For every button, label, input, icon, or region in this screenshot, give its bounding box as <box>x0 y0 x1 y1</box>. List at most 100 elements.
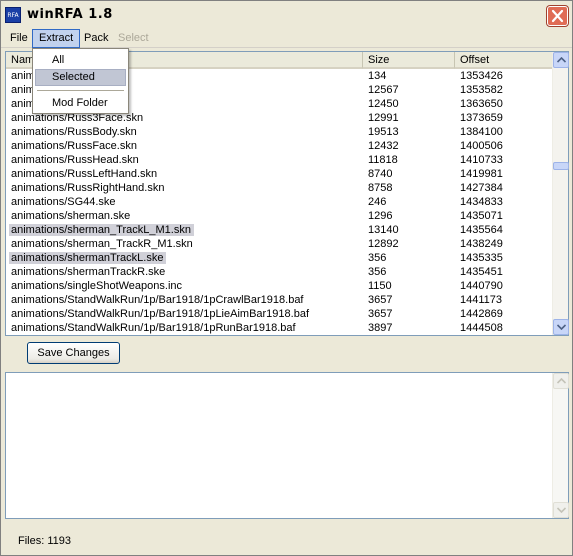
table-row[interactable]: animations/SG44.ske 246 1434833 <box>6 195 554 209</box>
menu-item-mod-folder[interactable]: Mod Folder <box>35 95 126 112</box>
close-icon <box>551 9 564 23</box>
save-changes-button[interactable]: Save Changes <box>27 342 120 364</box>
arrow-down-icon <box>557 324 566 330</box>
menu-pack[interactable]: Pack <box>78 29 114 48</box>
window-title: winRFA 1.8 <box>27 7 113 22</box>
file-size-cell: 3897 <box>368 322 393 334</box>
file-name-cell: animations/sherman_TrackL_M1.skn <box>9 223 194 237</box>
table-row[interactable]: animations/RussRightHand.skn 8758 1427384 <box>6 181 554 195</box>
file-offset-cell: 1435071 <box>460 210 503 222</box>
extract-dropdown-menu: All Selected Mod Folder <box>32 48 129 114</box>
file-size-cell: 3657 <box>368 294 393 306</box>
table-row[interactable]: animations/sherman_TrackL_M1.skn 13140 143… <box>6 223 554 237</box>
file-offset-cell: 1435335 <box>460 252 503 264</box>
file-offset-cell: 1444508 <box>460 322 503 334</box>
status-file-count: Files: 1193 <box>18 535 71 547</box>
file-size-cell: 1150 <box>368 280 392 292</box>
file-name-cell: animations/StandWalkRun/1p/Bar1918/1pLie… <box>11 308 309 320</box>
app-icon: RFA <box>5 7 21 23</box>
file-offset-cell: 1441173 <box>460 294 503 306</box>
file-name-cell: animations/singleShotWeapons.inc <box>11 280 183 292</box>
app-window: RFA winRFA 1.8 File Extract Pack Select … <box>0 0 573 556</box>
file-size-cell: 3657 <box>368 308 393 320</box>
title-bar[interactable]: RFA winRFA 1.8 <box>1 1 572 29</box>
file-size-cell: 11818 <box>368 154 398 166</box>
file-offset-cell: 1442869 <box>460 308 503 320</box>
file-offset-cell: 1353426 <box>460 70 503 82</box>
menu-select[interactable]: Select <box>112 29 155 48</box>
table-row[interactable]: animations/sherman.ske 1296 1435071 <box>6 209 554 223</box>
file-offset-cell: 1419981 <box>460 168 503 180</box>
file-size-cell: 134 <box>368 70 387 82</box>
table-row[interactable]: animations/StandWalkRun/1p/Bar1918/1pLie… <box>6 307 554 321</box>
column-header-offset[interactable]: Offset <box>455 52 554 69</box>
menu-file[interactable]: File <box>4 29 34 48</box>
table-row[interactable]: animations/singleShotWeapons.inc 1150 1440… <box>6 279 554 293</box>
table-row[interactable]: animations/RussFace.skn 12432 1400506 <box>6 139 554 153</box>
selection-highlight: animations/sherman_TrackL_M1.skn <box>9 224 194 236</box>
column-header-size[interactable]: Size <box>363 52 455 69</box>
file-offset-cell: 1440790 <box>460 280 503 292</box>
file-name-cell: animations/RussLeftHand.skn <box>11 168 158 180</box>
table-row[interactable]: animations/RussBody.skn 19513 1384100 <box>6 125 554 139</box>
file-offset-cell: 1434833 <box>460 196 503 208</box>
file-size-cell: 12432 <box>368 140 399 152</box>
log-scrollbar[interactable] <box>552 373 569 518</box>
file-name-cell: animations/RussHead.skn <box>11 154 139 166</box>
menu-separator <box>37 90 124 91</box>
close-button[interactable] <box>547 6 568 26</box>
table-row[interactable]: animations/StandWalkRun/1p/Bar1918/1pCra… <box>6 293 554 307</box>
log-scroll-up-button[interactable] <box>553 373 569 389</box>
file-name-cell: animations/shermanTrackL.ske <box>9 251 167 265</box>
file-size-cell: 356 <box>368 266 387 278</box>
selection-highlight: animations/shermanTrackL.ske <box>9 252 167 264</box>
table-row[interactable]: animations/RussHead.skn 11818 1410733 <box>6 153 554 167</box>
file-size-cell: 12567 <box>368 84 399 96</box>
file-name-cell: animations/RussBody.skn <box>11 126 137 138</box>
file-name-cell: animations/StandWalkRun/1p/Bar1918/1pCra… <box>11 294 304 306</box>
table-row[interactable]: animations/RussLeftHand.skn 8740 1419981 <box>6 167 554 181</box>
file-name-cell: animations/StandWalkRun/1p/Bar1918/1pRun… <box>11 322 296 334</box>
file-offset-cell: 1438249 <box>460 238 503 250</box>
file-offset-cell: 1410733 <box>460 154 503 166</box>
table-row[interactable]: animations/StandWalkRun/1p/Bar1918/1pRun… <box>6 321 554 335</box>
arrow-up-icon <box>557 378 566 384</box>
file-size-cell: 356 <box>368 252 387 264</box>
file-offset-cell: 1435451 <box>460 266 503 278</box>
file-offset-cell: 1363650 <box>460 98 503 110</box>
file-size-cell: 8740 <box>368 168 393 180</box>
table-row[interactable]: animations/sherman_TrackR_M1.skn 12892 143… <box>6 237 554 251</box>
arrow-down-icon <box>557 507 566 513</box>
file-size-cell: 8758 <box>368 182 393 194</box>
file-size-cell: 246 <box>368 196 387 208</box>
list-scrollbar[interactable] <box>552 52 569 335</box>
file-name-cell: animations/sherman_TrackR_M1.skn <box>11 238 193 250</box>
file-offset-cell: 1373659 <box>460 112 503 124</box>
menu-extract[interactable]: Extract <box>32 29 81 48</box>
file-name-cell: animations/shermanTrackR.ske <box>11 266 166 278</box>
file-size-cell: 19513 <box>368 126 399 138</box>
file-size-cell: 12892 <box>368 238 399 250</box>
file-offset-cell: 1400506 <box>460 140 503 152</box>
log-scroll-down-button[interactable] <box>553 502 569 518</box>
menu-bar: File Extract Pack Select <box>1 29 572 48</box>
table-row[interactable]: animations/shermanTrackL.ske 356 1435335 <box>6 251 554 265</box>
file-name-cell: animations/RussFace.skn <box>11 140 137 152</box>
menu-item-all[interactable]: All <box>35 52 126 69</box>
file-name-cell: animations/SG44.ske <box>11 196 116 208</box>
menu-item-selected[interactable]: Selected <box>35 69 126 86</box>
scroll-up-button[interactable] <box>553 52 569 68</box>
file-size-cell: 13140 <box>368 224 399 236</box>
file-offset-cell: 1427384 <box>460 182 503 194</box>
file-name-cell: animations/sherman.ske <box>11 210 131 222</box>
file-offset-cell: 1353582 <box>460 84 503 96</box>
arrow-up-icon <box>557 57 566 63</box>
file-size-cell: 12991 <box>368 112 399 124</box>
file-size-cell: 1296 <box>368 210 393 222</box>
scroll-thumb[interactable] <box>553 162 569 170</box>
file-offset-cell: 1384100 <box>460 126 503 138</box>
log-textarea[interactable] <box>5 372 569 519</box>
file-offset-cell: 1435564 <box>460 224 503 236</box>
scroll-down-button[interactable] <box>553 319 569 335</box>
table-row[interactable]: animations/shermanTrackR.ske 356 1435451 <box>6 265 554 279</box>
